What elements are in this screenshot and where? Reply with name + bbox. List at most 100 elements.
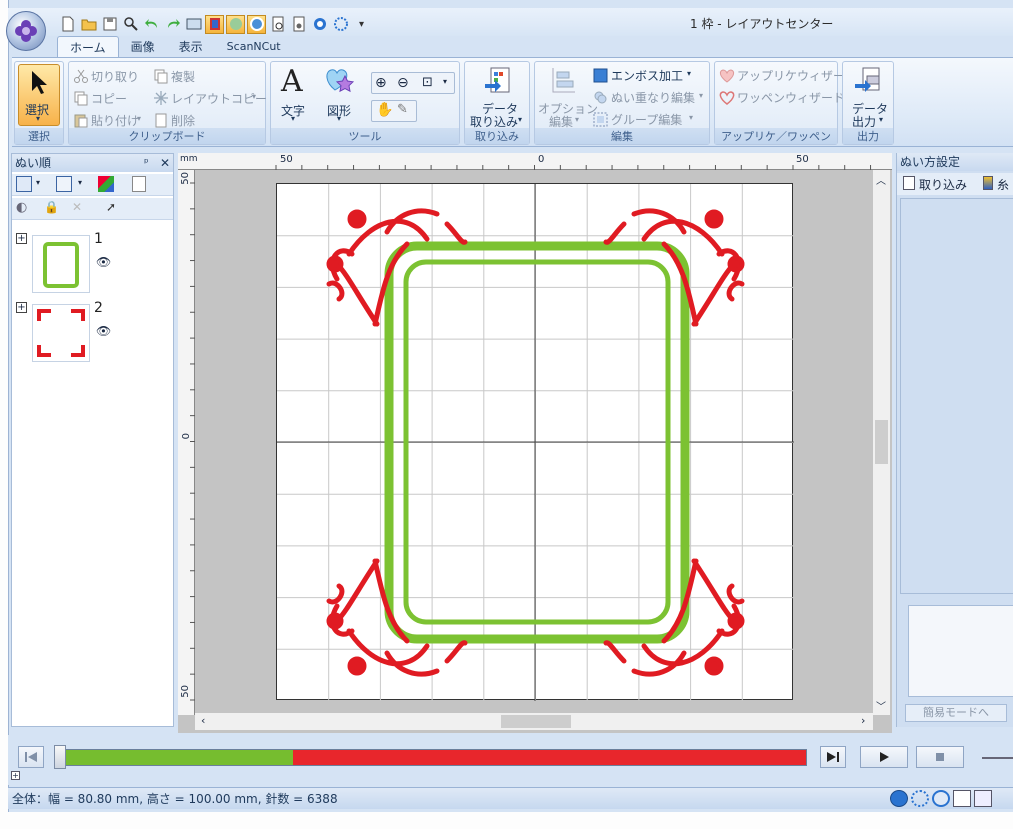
view-realistic-icon[interactable] xyxy=(932,790,950,807)
thread-icon[interactable] xyxy=(983,176,993,190)
patch-heart-icon xyxy=(719,91,735,105)
visibility-icon[interactable]: ◐ xyxy=(16,200,27,215)
vertical-scroll-thumb[interactable] xyxy=(875,420,888,464)
scroll-down-icon[interactable]: ﹀ xyxy=(876,698,886,713)
import-settings-icon[interactable] xyxy=(903,176,915,190)
group-edit-dropdown-icon[interactable]: ▾ xyxy=(689,113,693,122)
redo-icon[interactable] xyxy=(163,15,182,34)
applique-wizard-button[interactable]: アップリケウィザード xyxy=(737,67,857,84)
preview-icon[interactable] xyxy=(184,15,203,34)
tab-scanncut[interactable]: ScanNCut xyxy=(215,36,293,58)
tab-image[interactable]: 画像 xyxy=(119,36,167,58)
stop-button[interactable] xyxy=(916,746,964,768)
item-number: 2 xyxy=(94,300,103,316)
expand-icon[interactable]: + xyxy=(16,302,27,313)
skip-end-icon xyxy=(827,752,839,762)
thread-button[interactable]: 糸 xyxy=(997,176,1009,193)
output-data-button[interactable]: データ 出力 ▾ xyxy=(845,64,891,129)
emboss-dropdown-icon[interactable]: ▾ xyxy=(687,69,691,78)
scroll-left-icon[interactable]: ‹ xyxy=(201,714,205,727)
stitch-icon[interactable] xyxy=(331,15,350,34)
unlink-icon[interactable]: ✕ xyxy=(72,200,82,214)
view-grid-icon[interactable] xyxy=(953,790,971,807)
layer-order-icon[interactable] xyxy=(56,176,72,192)
tab-home[interactable]: ホーム xyxy=(57,36,119,58)
scroll-right-icon[interactable]: › xyxy=(861,714,865,727)
open-folder-icon[interactable] xyxy=(79,15,98,34)
scroll-up-icon[interactable]: ︿ xyxy=(876,172,886,187)
vertical-scrollbar[interactable]: ︿ ﹀ xyxy=(873,170,890,715)
emboss-button[interactable]: エンボス加工 xyxy=(611,67,683,84)
collapse-icon[interactable]: + xyxy=(11,771,20,780)
view-stitch-icon[interactable] xyxy=(911,790,929,807)
circle-view-icon[interactable] xyxy=(247,14,266,34)
delete-button[interactable]: 削除 xyxy=(171,112,195,129)
layout-copy-dropdown-icon[interactable]: ▾ xyxy=(252,92,256,101)
horizontal-scroll-thumb[interactable] xyxy=(501,715,571,728)
horizontal-scrollbar[interactable]: ‹ › xyxy=(195,713,873,730)
color-merge-icon[interactable] xyxy=(98,176,114,192)
play-button[interactable] xyxy=(860,746,908,768)
progress-slider-handle[interactable] xyxy=(54,745,66,769)
group-edit-button[interactable]: グループ編集 xyxy=(611,111,682,128)
close-icon[interactable]: ✕ xyxy=(160,154,170,172)
hoop-icon[interactable] xyxy=(310,15,329,34)
flourish-tr xyxy=(71,309,85,321)
view-print-icon[interactable] xyxy=(974,790,992,807)
go-to-start-button[interactable] xyxy=(18,746,44,768)
stitch-progress-bar[interactable] xyxy=(62,749,807,766)
flourish-top-left[interactable] xyxy=(326,208,468,327)
sewing-order-item[interactable]: + 1 👁 xyxy=(14,231,174,297)
frame-icon[interactable] xyxy=(132,176,146,192)
patch-wizard-button[interactable]: ワッペンウィザード xyxy=(737,89,845,106)
paste-dropdown-icon[interactable]: ▾ xyxy=(137,114,141,123)
duplicate-button[interactable]: 複製 xyxy=(171,68,195,85)
speed-slider[interactable] xyxy=(982,757,1013,759)
flourish-top-right[interactable] xyxy=(603,208,745,327)
customize-qat-icon[interactable]: ▾ xyxy=(352,15,371,34)
import-data-button[interactable]: データ 取り込み ▾ xyxy=(467,64,527,129)
zoom-fit-icon[interactable]: ⊡ xyxy=(422,75,433,90)
select-button[interactable]: 選択 ▾ xyxy=(18,64,60,126)
pointer-icon[interactable]: ➚ xyxy=(106,200,116,214)
import-settings-button[interactable]: 取り込み xyxy=(919,176,967,193)
print-preview-icon[interactable] xyxy=(268,15,287,34)
undo-icon[interactable] xyxy=(142,15,161,34)
flourish-bottom-left[interactable] xyxy=(326,558,468,677)
toggle-view-icon[interactable] xyxy=(226,14,245,34)
hand-pan-icon[interactable]: ✋ xyxy=(376,102,393,118)
copy-button[interactable]: コピー xyxy=(91,90,127,107)
zoom-in-icon[interactable]: ⊕ xyxy=(375,75,387,91)
layer-order-dropdown-icon[interactable]: ▾ xyxy=(78,178,82,187)
simple-mode-button[interactable]: 簡易モードへ xyxy=(905,704,1007,722)
application-menu-button[interactable] xyxy=(6,11,46,51)
text-tool-button[interactable]: A 文字 ▾ xyxy=(277,64,313,126)
expand-icon[interactable]: + xyxy=(16,233,27,244)
lock-icon[interactable]: 🔒 xyxy=(44,200,59,214)
settings-page-icon[interactable] xyxy=(289,15,308,34)
embroidery-hoop-area[interactable] xyxy=(276,183,794,701)
eye-icon[interactable]: 👁 xyxy=(96,255,111,269)
options-edit-button[interactable]: オプション 編集 ▾ xyxy=(537,64,598,129)
sewing-order-item[interactable]: + 2 👁 xyxy=(14,300,174,366)
zoom-dropdown-icon[interactable]: ▾ xyxy=(443,77,447,86)
overlap-dropdown-icon[interactable]: ▾ xyxy=(699,91,703,100)
new-file-icon[interactable] xyxy=(58,15,77,34)
realistic-view-icon[interactable] xyxy=(205,14,224,34)
measure-icon[interactable]: ✎ xyxy=(397,102,408,117)
go-to-end-button[interactable] xyxy=(820,746,846,768)
shape-tool-button[interactable]: 図形 ▾ xyxy=(319,64,359,126)
fit-view-icon[interactable] xyxy=(16,176,32,192)
zoom-out-icon[interactable]: ⊖ xyxy=(397,75,409,91)
overlap-edit-button[interactable]: ぬい重なり編集 xyxy=(611,89,695,106)
fit-view-dropdown-icon[interactable]: ▾ xyxy=(36,178,40,187)
tab-view[interactable]: 表示 xyxy=(167,36,215,58)
zoom-icon[interactable] xyxy=(121,15,140,34)
eye-icon[interactable]: 👁 xyxy=(96,324,111,338)
pin-icon[interactable]: ᵖ xyxy=(144,154,149,172)
view-hoop-icon[interactable] xyxy=(890,790,908,807)
paste-button[interactable]: 貼り付け xyxy=(91,112,139,129)
save-icon[interactable] xyxy=(100,15,119,34)
flourish-bottom-right[interactable] xyxy=(603,558,745,677)
cut-button[interactable]: 切り取り xyxy=(91,68,139,85)
